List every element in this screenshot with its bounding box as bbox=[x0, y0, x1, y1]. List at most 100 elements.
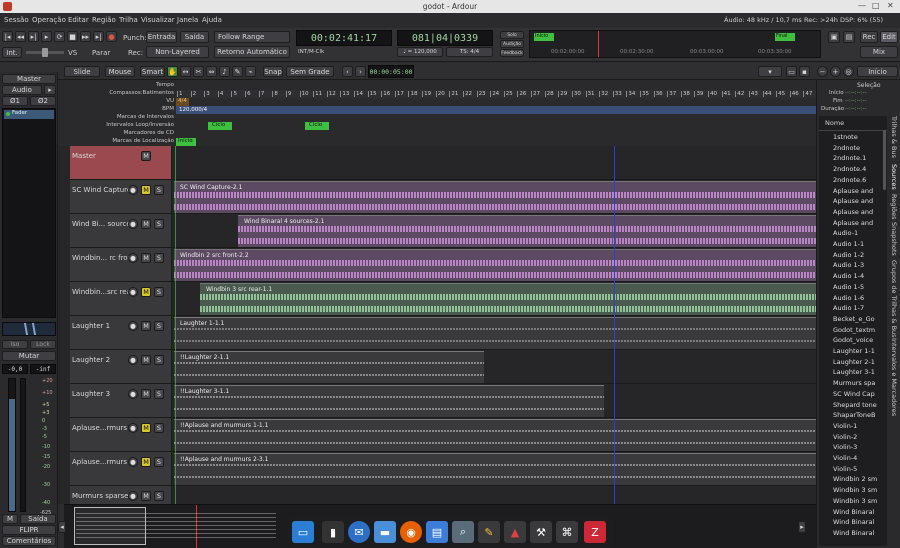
rec-window-button[interactable]: Rec bbox=[860, 31, 878, 43]
track-record-button[interactable]: ● bbox=[128, 287, 138, 297]
transport-ffwd-button[interactable]: ▸▸ bbox=[80, 31, 91, 42]
mute-button[interactable]: Mutar bbox=[2, 351, 56, 361]
track-name[interactable]: Aplause...rmurs 1 bbox=[72, 424, 130, 432]
bbt-ruler[interactable]: 1 2 3 4 5 6 7 8 9 10 11 12 13 14 15 16 17 18 19 20 21 22 23 24 2… bbox=[176, 90, 816, 98]
audio-region[interactable]: !!Laughter 3-1.1 bbox=[174, 385, 604, 417]
smart-mode-button[interactable]: Smart bbox=[140, 66, 165, 77]
source-item[interactable]: Windbin 2 sm bbox=[833, 475, 877, 485]
terminal-icon[interactable]: ▮ bbox=[322, 521, 344, 543]
desktop-icon[interactable]: ▭ bbox=[292, 521, 314, 543]
meter-marker[interactable]: 4/4 bbox=[176, 98, 189, 106]
nudge-forward-button[interactable]: › bbox=[355, 66, 366, 77]
strip-phase-1-button[interactable]: Ø1 bbox=[2, 96, 28, 106]
track-mute-button[interactable]: M bbox=[141, 151, 151, 161]
source-item[interactable]: Laughter 3-1 bbox=[833, 368, 877, 378]
editor-list-toggle-button[interactable]: ▤ bbox=[843, 31, 855, 43]
secondary-clock[interactable]: 081|04|0339 bbox=[397, 30, 493, 46]
source-item[interactable]: Violin-3 bbox=[833, 443, 877, 453]
track-mute-button[interactable]: M bbox=[141, 321, 151, 331]
gain-fader[interactable] bbox=[8, 378, 16, 512]
audio-region[interactable]: !!Aplause and murmurs 2-3.1 bbox=[174, 453, 816, 485]
audio-region[interactable]: Wind Binaral 4 sources-2.1 bbox=[238, 215, 816, 247]
track-record-button[interactable]: ● bbox=[128, 423, 138, 433]
strip-name-button[interactable]: Master bbox=[2, 74, 56, 84]
tab-sources[interactable]: Sources bbox=[890, 164, 898, 190]
tab-ranges-markers[interactable]: Intervalos e Marcadores bbox=[890, 338, 898, 416]
transport-play-button[interactable]: ▸ bbox=[41, 31, 52, 42]
loop-ruler[interactable]: Ciclo Ciclo bbox=[176, 122, 816, 130]
menu-sessao[interactable]: Sessão bbox=[4, 16, 29, 24]
track-record-button[interactable]: ● bbox=[128, 491, 138, 501]
lock-button[interactable]: Lock bbox=[30, 340, 56, 349]
minimize-icon[interactable]: — bbox=[858, 1, 866, 10]
non-layered-dropdown[interactable]: Non-Layered bbox=[146, 46, 209, 58]
transport-record-button[interactable]: ● bbox=[106, 31, 117, 42]
tab-track-groups[interactable]: Grupos de Trilhas & Bus bbox=[890, 260, 898, 338]
int-button[interactable]: Int. bbox=[2, 47, 22, 58]
menu-trilha[interactable]: Trilha bbox=[119, 16, 138, 24]
track-row[interactable]: Windbin...src rear ● M S Windbin 3 src rear-… bbox=[70, 282, 816, 316]
source-item[interactable]: Windbin 3 sm bbox=[833, 497, 877, 507]
track-solo-button[interactable]: S bbox=[154, 423, 164, 433]
track-record-button[interactable]: ● bbox=[128, 457, 138, 467]
zotero-icon[interactable]: Z bbox=[584, 521, 606, 543]
track-row[interactable]: Aplause...rmurs 1 ● M S !!Aplause and murmur… bbox=[70, 418, 816, 452]
menu-visualizar[interactable]: Visualizar bbox=[141, 16, 175, 24]
track-name[interactable]: Laughter 1 bbox=[72, 322, 130, 330]
menu-janela[interactable]: Janela bbox=[177, 16, 198, 24]
iso-button[interactable]: Iso bbox=[2, 340, 28, 349]
range-tool-icon[interactable]: ↔ bbox=[180, 66, 191, 77]
track-solo-button[interactable]: S bbox=[154, 253, 164, 263]
transport-rewind-button[interactable]: ◂◂ bbox=[15, 31, 26, 42]
grid-mode-dropdown[interactable]: Sem Grade bbox=[286, 66, 334, 77]
stop-label[interactable]: Parar bbox=[92, 49, 110, 57]
menu-ajuda[interactable]: Ajuda bbox=[202, 16, 222, 24]
zoom-out-icon[interactable]: − bbox=[817, 66, 828, 77]
track-header[interactable]: Master M bbox=[70, 146, 172, 179]
shrink-tracks-icon[interactable]: ▭ bbox=[786, 66, 797, 77]
thunderbird-icon[interactable]: ✉ bbox=[348, 521, 370, 543]
source-item[interactable]: Violin-2 bbox=[833, 433, 877, 443]
source-item[interactable]: Laughter 1-1 bbox=[833, 347, 877, 357]
track-row[interactable]: SC Wind Capture ● M S SC Wind Capture-2.1 bbox=[70, 180, 816, 214]
track-mute-button[interactable]: M bbox=[141, 457, 151, 467]
save-icon[interactable]: ▪ bbox=[799, 66, 810, 77]
tab-tracks-bus[interactable]: Trilhas & Bus bbox=[890, 116, 898, 158]
content-tool-icon[interactable]: ⌁ bbox=[245, 66, 256, 77]
transport-loop-button[interactable]: ⟳ bbox=[54, 31, 65, 42]
track-canvas[interactable]: Master M SC Wind Capture ● M S SC Wind Capture… bbox=[58, 146, 816, 504]
source-item[interactable]: Godot_voice bbox=[833, 336, 877, 346]
source-item[interactable]: Violin-4 bbox=[833, 454, 877, 464]
track-solo-button[interactable]: S bbox=[154, 287, 164, 297]
audio-region[interactable]: SC Wind Capture-2.1 bbox=[174, 181, 816, 213]
track-mute-button[interactable]: M bbox=[141, 491, 151, 501]
loop-marker-1[interactable]: Ciclo bbox=[208, 122, 232, 130]
comments-button[interactable]: Comentários bbox=[2, 536, 56, 546]
source-item[interactable]: Violin-1 bbox=[833, 422, 877, 432]
nudge-clock[interactable]: 00:00:05:00 bbox=[368, 65, 414, 78]
source-item[interactable]: Audio 1-4 bbox=[833, 272, 877, 282]
source-item[interactable]: Aplause and bbox=[833, 187, 877, 197]
track-mute-button[interactable]: M bbox=[141, 389, 151, 399]
solo-button[interactable]: Solo bbox=[500, 31, 524, 39]
track-record-button[interactable]: ● bbox=[128, 389, 138, 399]
transport-stop-button[interactable]: ■ bbox=[67, 31, 78, 42]
track-header[interactable]: Wind Bi... sources ● M S bbox=[70, 214, 172, 247]
audio-region[interactable]: Windbin 2 src front-2.2 bbox=[174, 249, 816, 281]
transport-start-button[interactable]: |◂ bbox=[2, 31, 13, 42]
track-name[interactable]: SC Wind Capture bbox=[72, 186, 130, 194]
track-mute-button[interactable]: M bbox=[141, 423, 151, 433]
track-mute-button[interactable]: M bbox=[141, 219, 151, 229]
track-record-button[interactable]: ● bbox=[128, 185, 138, 195]
source-item[interactable]: Audio 1-6 bbox=[833, 294, 877, 304]
menu-editar[interactable]: Editar bbox=[68, 16, 89, 24]
source-item[interactable]: Wind Binaral bbox=[833, 508, 877, 518]
plugin-fader-entry[interactable]: Fader bbox=[4, 110, 54, 119]
track-row[interactable]: Master M bbox=[70, 146, 816, 180]
source-item[interactable]: Laughter 2-1 bbox=[833, 358, 877, 368]
panner[interactable] bbox=[2, 322, 56, 336]
mini-timeline[interactable]: Início Final 00:02:00:00 00:02:30:00 00:… bbox=[529, 30, 821, 58]
tempo-display[interactable]: ♩ = 120,000 bbox=[397, 47, 443, 57]
source-item[interactable]: Wind Binaral bbox=[833, 518, 877, 528]
sources-list[interactable]: Nome 1stnote 2ndnote 2ndnote.1 2ndnote.4 2nd… bbox=[819, 116, 887, 546]
